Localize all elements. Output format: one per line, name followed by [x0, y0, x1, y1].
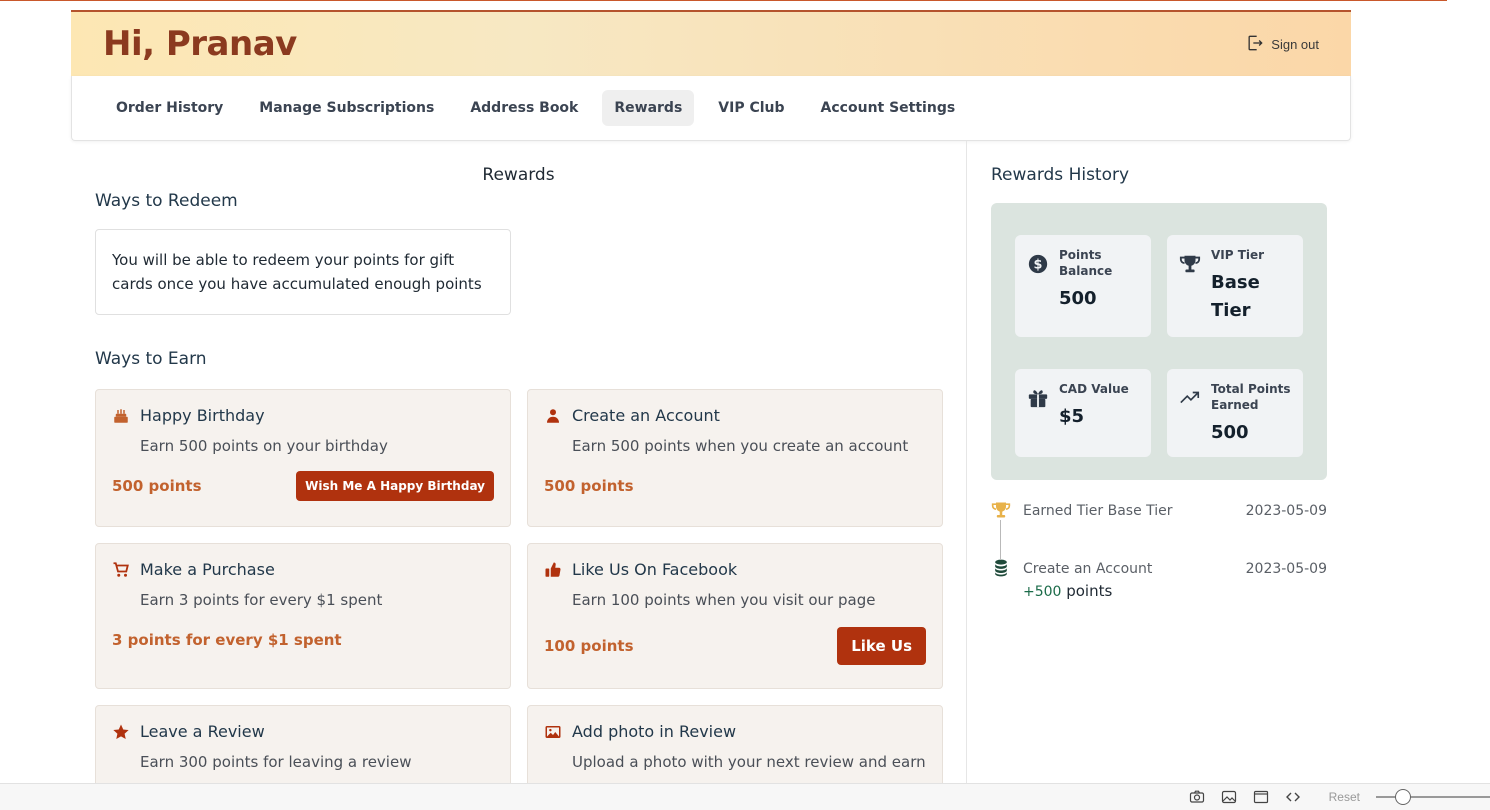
top-border-line — [0, 0, 1447, 1]
trophy-icon — [1179, 253, 1201, 275]
earn-card-description: Earn 500 points on your birthday — [140, 437, 388, 455]
code-icon[interactable] — [1285, 789, 1301, 805]
zoom-slider-track — [1376, 796, 1490, 798]
history-item-date: 2023-05-09 — [1245, 561, 1327, 577]
history-item: Earned Tier Base Tier 2023-05-09 — [991, 500, 1327, 558]
earn-heading: Ways to Earn — [95, 349, 207, 369]
stat-value: Base Tier — [1211, 272, 1260, 321]
history-item-text: Create an Account — [1023, 561, 1153, 577]
preview-toolbar: Reset — [0, 783, 1490, 810]
earn-cards-grid: Happy Birthday Earn 500 points on your b… — [95, 389, 943, 795]
user-icon — [544, 407, 562, 425]
earn-card-points: 3 points for every $1 spent — [112, 631, 342, 649]
earn-card-title: Add photo in Review — [572, 722, 737, 741]
earn-card-birthday: Happy Birthday Earn 500 points on your b… — [95, 389, 511, 527]
earn-card-description: Earn 3 points for every $1 spent — [140, 591, 383, 609]
earn-card-description: Upload a photo with your next review and… — [572, 753, 926, 771]
stat-value: 500 — [1059, 288, 1097, 309]
history-item-details: Create an Account +500 points — [1023, 558, 1246, 603]
earn-card-title: Make a Purchase — [140, 560, 275, 579]
earn-card-points: 500 points — [112, 477, 202, 495]
stat-label: Total Points Earned — [1211, 382, 1291, 412]
earn-card-description: Earn 500 points when you create an accou… — [572, 437, 909, 455]
rewards-title: Rewards — [482, 165, 555, 185]
tab-vip-club[interactable]: VIP Club — [706, 90, 796, 126]
redeem-message-box: You will be able to redeem your points f… — [95, 229, 511, 315]
stat-value: $5 — [1059, 406, 1085, 427]
layout-icon[interactable] — [1253, 789, 1269, 805]
coins-icon — [991, 558, 1011, 578]
earn-card-review: Leave a Review Earn 300 points for leavi… — [95, 705, 511, 795]
stat-points-balance: $ Points Balance 500 — [1015, 235, 1151, 337]
sign-out-icon — [1245, 33, 1265, 56]
wish-happy-birthday-button[interactable]: Wish Me A Happy Birthday — [296, 471, 494, 501]
rewards-stats-panel: $ Points Balance 500 VIP Tier Base Tier — [991, 203, 1327, 480]
tab-rewards[interactable]: Rewards — [602, 90, 695, 126]
points-delta: +500 — [1023, 584, 1062, 600]
cart-icon — [112, 561, 130, 579]
thumbs-up-icon — [544, 561, 562, 579]
earn-card-title: Leave a Review — [140, 722, 265, 741]
earn-card-description: Earn 100 points when you visit our page — [572, 591, 876, 609]
points-word: points — [1066, 582, 1113, 600]
account-page: Hi, Pranav Sign out Order History Manage… — [71, 10, 1351, 141]
gift-icon — [1027, 387, 1049, 409]
history-item-date: 2023-05-09 — [1245, 503, 1327, 519]
earn-card-description: Earn 300 points for leaving a review — [140, 753, 412, 771]
trophy-icon — [991, 500, 1011, 520]
stat-vip-tier: VIP Tier Base Tier — [1167, 235, 1303, 337]
rewards-content: Rewards Ways to Redeem You will be able … — [71, 141, 1351, 795]
earn-card-title: Create an Account — [572, 406, 720, 425]
tab-account-settings[interactable]: Account Settings — [809, 90, 968, 126]
rewards-main: Rewards Ways to Redeem You will be able … — [71, 141, 967, 795]
zoom-slider-thumb[interactable] — [1395, 789, 1411, 805]
earn-card-points: 100 points — [544, 637, 634, 655]
rewards-history-list: Earned Tier Base Tier 2023-05-09 Create … — [991, 500, 1327, 616]
earn-card-points: 500 points — [544, 477, 634, 495]
image-icon[interactable] — [1221, 789, 1237, 805]
stat-label: VIP Tier — [1211, 248, 1265, 262]
earn-card-photo-review: Add photo in Review Upload a photo with … — [527, 705, 943, 795]
reset-button[interactable]: Reset — [1329, 790, 1360, 804]
star-icon — [112, 723, 130, 741]
stat-label: Points Balance — [1059, 248, 1113, 278]
greeting-title: Hi, Pranav — [103, 24, 297, 64]
birthday-cake-icon — [112, 407, 130, 425]
dollar-icon: $ — [1027, 253, 1049, 275]
tab-address-book[interactable]: Address Book — [458, 90, 590, 126]
earn-card-title: Happy Birthday — [140, 406, 265, 425]
history-item: Create an Account +500 points 2023-05-09 — [991, 558, 1327, 616]
history-item-points: +500 points — [1023, 580, 1246, 603]
account-header: Hi, Pranav Sign out — [71, 10, 1351, 76]
account-nav: Order History Manage Subscriptions Addre… — [71, 76, 1351, 141]
earn-card-facebook: Like Us On Facebook Earn 100 points when… — [527, 543, 943, 689]
svg-text:$: $ — [1034, 258, 1043, 273]
stat-value: 500 — [1211, 422, 1249, 443]
stat-label: CAD Value — [1059, 382, 1129, 396]
zoom-slider[interactable] — [1376, 789, 1490, 805]
like-us-button[interactable]: Like Us — [837, 627, 926, 665]
stat-total-points-earned: Total Points Earned 500 — [1167, 369, 1303, 457]
timeline-connector — [1000, 520, 1001, 560]
rewards-history-title: Rewards History — [991, 165, 1130, 185]
stat-cad-value: CAD Value $5 — [1015, 369, 1151, 457]
camera-icon[interactable] — [1189, 789, 1205, 805]
tab-order-history[interactable]: Order History — [104, 90, 235, 126]
tab-manage-subscriptions[interactable]: Manage Subscriptions — [247, 90, 446, 126]
rewards-history-panel: Rewards History $ Points Balance 500 VIP… — [967, 141, 1351, 783]
trend-up-icon — [1179, 387, 1201, 409]
sign-out-label: Sign out — [1271, 36, 1319, 52]
earn-card-title: Like Us On Facebook — [572, 560, 738, 579]
redeem-heading: Ways to Redeem — [95, 191, 238, 211]
earn-card-purchase: Make a Purchase Earn 3 points for every … — [95, 543, 511, 689]
sign-out-button[interactable]: Sign out — [1245, 33, 1319, 56]
image-icon — [544, 723, 562, 741]
earn-card-create-account: Create an Account Earn 500 points when y… — [527, 389, 943, 527]
history-item-text: Earned Tier Base Tier — [1023, 503, 1173, 519]
